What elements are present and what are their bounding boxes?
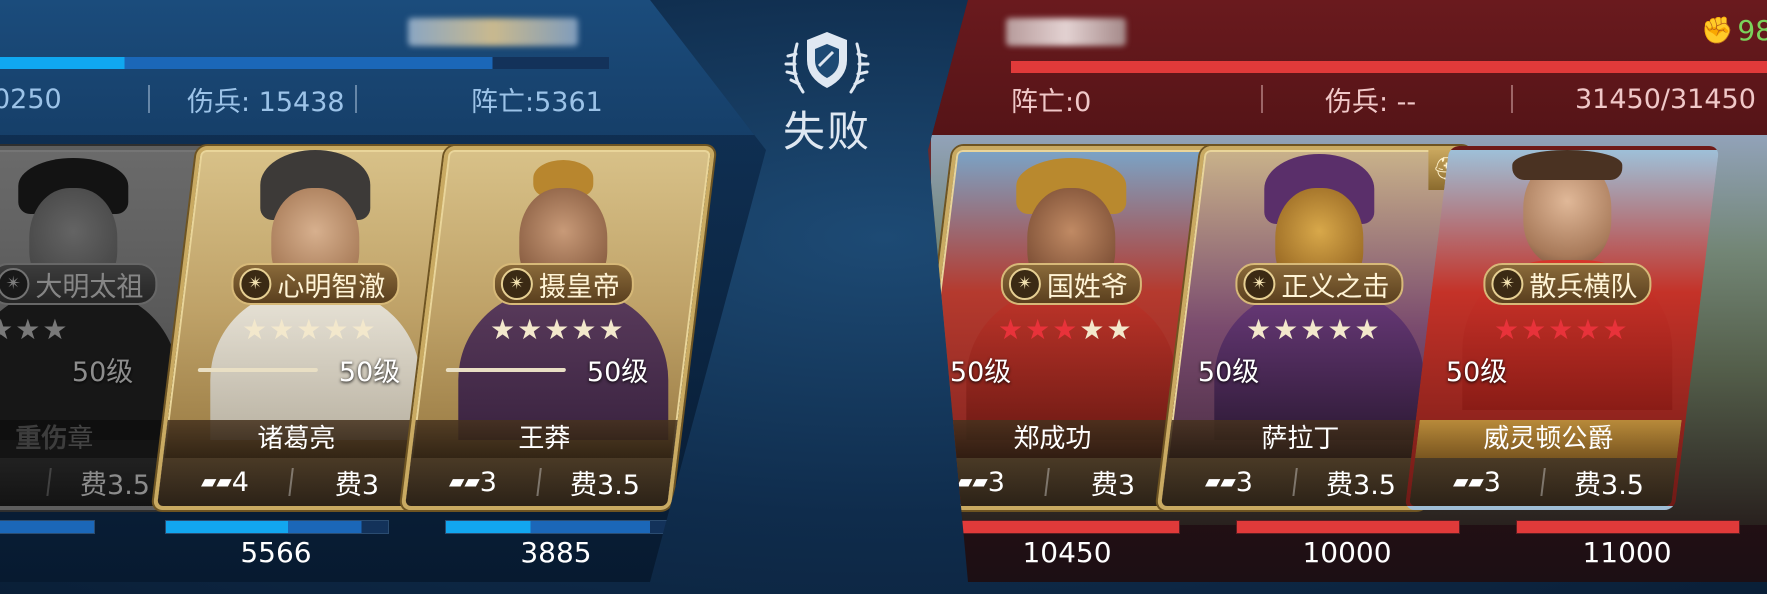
hero-cost: 费3.5 (1574, 469, 1645, 501)
hero-cost: 费3.5 (570, 469, 641, 501)
injured-status: 重伤 (15, 424, 68, 454)
hero-name-band: 威灵顿公爵 (1415, 420, 1682, 458)
hero-stars: ★★★★★ (242, 313, 378, 346)
hero-troop-count: 0 (0, 536, 90, 569)
hero-tank-count: 3 (1235, 466, 1254, 498)
player-wounded-stat: 伤兵: 15438 (187, 86, 345, 118)
hero-skill-badge: ✴ 大明太祖 (0, 263, 158, 305)
enemy-name-blurred (1006, 18, 1126, 46)
battle-result-title: 失败 (782, 107, 871, 156)
hero-name-band: 郑成功 (931, 420, 1186, 458)
hero-troop-count: 5566 (240, 536, 312, 569)
hero-stars: ★★★★★ (1494, 313, 1630, 346)
hero-tank-count: 3 (1483, 466, 1502, 498)
hero-troop-bar (956, 520, 1180, 534)
enemy-killed-stat: 阵亡:0 (1011, 86, 1092, 118)
hero-level: 50级 (338, 357, 401, 388)
hero-xp-bar (445, 368, 567, 372)
hero-card-wellington[interactable]: ✴ 散兵横队 ★★★★★ 50级 威灵顿公爵 ▰▰3 费3.5 (1404, 146, 1720, 510)
skill-compass-icon: ✴ (500, 268, 533, 300)
injured-suffix: 章 (67, 424, 94, 454)
enemy-wounded-stat: 伤兵: -- (1325, 86, 1417, 118)
hero-tank-count: 4 (231, 466, 250, 498)
hero-name-band: 王莽 (411, 420, 678, 458)
hero-troop-bar (165, 520, 389, 534)
fist-power-icon: ✊ (1700, 15, 1734, 46)
hero-name-band: 诸葛亮 (163, 420, 430, 458)
hero-troop-count: 10000 (1302, 536, 1392, 569)
hero-troop-bar (1236, 520, 1460, 534)
stat-divider (148, 85, 150, 113)
hero-skill-badge: ✴ 摄皇帝 (492, 263, 634, 305)
tank-icon: ▰▰ (957, 468, 988, 493)
hero-troop-count: 3885 (520, 536, 592, 569)
hero-troop-bar (1516, 520, 1740, 534)
hero-level: 50级 (949, 357, 1012, 388)
shield-laurel-icon (784, 32, 870, 94)
hero-stars: ★★★★★ (1246, 313, 1382, 346)
hero-level: 50级 (1197, 357, 1260, 388)
hero-hair (1512, 150, 1623, 180)
skill-compass-icon: ✴ (1491, 268, 1524, 300)
hero-level: 50级 (71, 357, 134, 388)
player-name-blurred (408, 18, 578, 46)
battle-result-screen: { "result": { "title": "失败", "emblem_ico… (0, 0, 1767, 594)
hero-name-band: 萨拉丁 (1167, 420, 1434, 458)
hero-stars: ★★★★★ (490, 313, 626, 346)
tank-icon: ▰▰ (449, 468, 480, 493)
hero-tank-count: 3 (987, 466, 1006, 498)
hero-stars: ★★★★★ (998, 313, 1134, 346)
player-killed-stat: 阵亡:5361 (471, 86, 603, 118)
stat-divider (1511, 85, 1513, 113)
hero-card-footer: ▰▰3 费3 (931, 458, 1182, 506)
stat-divider (355, 85, 357, 113)
hero-card-footer: ▰▰3 费3.5 (1161, 458, 1430, 506)
hero-xp-bar (197, 368, 319, 372)
skill-compass-icon: ✴ (239, 268, 272, 300)
hero-troop-bar (445, 520, 669, 534)
hero-skill-badge: ✴ 散兵横队 (1483, 263, 1652, 305)
hero-card-footer: ▰▰4 费3 (157, 458, 426, 506)
skill-compass-icon: ✴ (1008, 268, 1041, 300)
hero-troop-count: 11000 (1582, 536, 1672, 569)
player-panel: 0250 伤兵: 15438 阵亡:5361 ✴ 大明太祖 ★★★ 50级 重伤… (0, 0, 766, 582)
enemy-hp-bar (1011, 61, 1767, 73)
hero-card-footer: ▰▰3 费3.5 (405, 458, 674, 506)
hero-level: 50级 (586, 357, 649, 388)
hero-level: 50级 (1445, 357, 1508, 388)
skill-compass-icon: ✴ (0, 268, 30, 300)
stat-divider (1261, 85, 1263, 113)
enemy-power: ✊ 98 (1700, 14, 1767, 47)
hero-card-footer: ▰▰3 费3.5 (1409, 458, 1678, 506)
hero-tank-count: 3 (479, 466, 498, 498)
tank-icon: ▰▰ (1205, 468, 1236, 493)
hero-skill-badge: ✴ 国姓爷 (1000, 263, 1142, 305)
enemy-panel: ✊ 98 阵亡:0 伤兵: -- 31450/31450 ✴ 国姓爷 ★★★★★… (928, 0, 1767, 582)
player-hp-bar (0, 57, 609, 69)
tank-icon: ▰▰ (201, 468, 232, 493)
hero-troop-bar (0, 520, 95, 534)
hero-card-wangmang[interactable]: ✴ 摄皇帝 ★★★★★ 50级 王莽 ▰▰3 费3.5 (400, 146, 716, 510)
enemy-troops-stat: 31450/31450 (1575, 83, 1756, 115)
hero-troop-count: 10450 (1022, 536, 1112, 569)
tank-icon: ▰▰ (1453, 468, 1484, 493)
player-troops-stat: 0250 (0, 83, 62, 115)
hero-skill-badge: ✴ 心明智澈 (231, 263, 400, 305)
hero-skill-badge: ✴ 正义之击 (1235, 263, 1404, 305)
skill-compass-icon: ✴ (1243, 268, 1276, 300)
hero-stars: ★★★ (0, 313, 70, 346)
